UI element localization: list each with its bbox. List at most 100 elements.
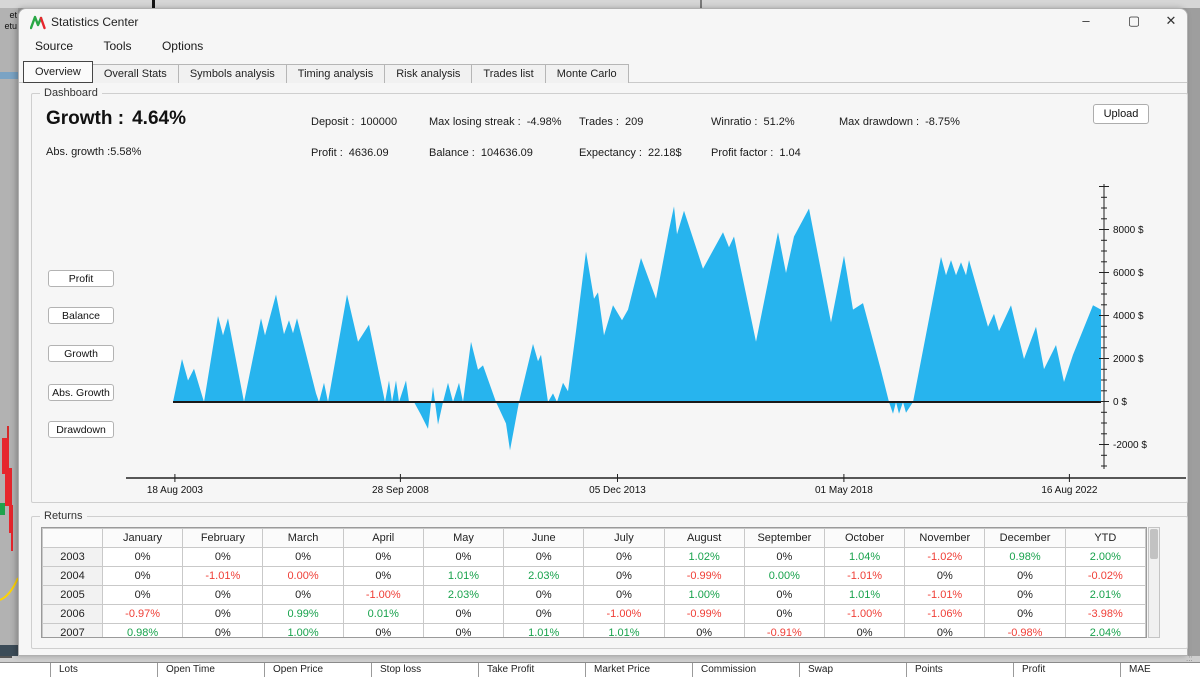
svg-text:01 May 2018: 01 May 2018 — [815, 485, 873, 496]
returns-cell: 0% — [744, 548, 824, 567]
resize-grip[interactable]: .:: — [1186, 655, 1198, 662]
bottom-column-points[interactable]: Points — [906, 663, 1013, 677]
bottom-column-mae[interactable]: MAE — [1120, 663, 1200, 677]
tab-monte-carlo[interactable]: Monte Carlo — [545, 64, 629, 83]
menu-options[interactable]: Options — [152, 35, 213, 53]
returns-cell: 0% — [584, 548, 664, 567]
returns-cell: 1.01% — [584, 624, 664, 639]
chart-button-balance[interactable]: Balance — [48, 307, 114, 324]
returns-cell: -1.02% — [905, 548, 985, 567]
trades-value: 209 — [625, 116, 643, 128]
tab-overview[interactable]: Overview — [23, 61, 93, 83]
background-dark-panel — [0, 645, 18, 656]
returns-year: 2005 — [43, 586, 103, 605]
close-button[interactable]: ✕ — [1160, 13, 1182, 31]
returns-cell: 1.00% — [664, 586, 744, 605]
tab-risk-analysis[interactable]: Risk analysis — [384, 64, 472, 83]
returns-cell: 0% — [343, 548, 423, 567]
bottom-column-lots[interactable]: Lots — [50, 663, 157, 677]
returns-cell: -3.98% — [1065, 605, 1145, 624]
returns-cell: 0% — [423, 548, 503, 567]
returns-group-label: Returns — [40, 510, 87, 522]
returns-cell: 0% — [824, 624, 904, 639]
statistics-center-window: Statistics Center – ▢ ✕ Source Tools Opt… — [18, 8, 1188, 656]
returns-cell: 0% — [263, 548, 343, 567]
returns-cell: 0% — [103, 567, 183, 586]
returns-cell: 0.98% — [103, 624, 183, 639]
returns-cell: 0% — [744, 586, 824, 605]
returns-cell: 0.00% — [744, 567, 824, 586]
background-bottom-bar: LotsOpen TimeOpen PriceStop lossTake Pro… — [0, 663, 1200, 677]
tab-trades-list[interactable]: Trades list — [471, 64, 545, 83]
returns-cell: -1.00% — [343, 586, 423, 605]
svg-text:-2000 $: -2000 $ — [1113, 440, 1147, 451]
svg-text:2000 $: 2000 $ — [1113, 354, 1144, 365]
returns-cell: -0.99% — [664, 567, 744, 586]
upload-button[interactable]: Upload — [1093, 104, 1149, 124]
returns-cell: 0% — [504, 605, 584, 624]
max-drawdown-label: Max drawdown : — [839, 116, 919, 128]
returns-cell: -0.98% — [985, 624, 1065, 639]
bottom-column-swap[interactable]: Swap — [799, 663, 906, 677]
returns-scrollbar[interactable] — [1148, 527, 1160, 638]
tab-symbols-analysis[interactable]: Symbols analysis — [178, 64, 287, 83]
app-logo-icon — [30, 15, 46, 30]
returns-column-header: September — [744, 529, 824, 548]
winratio-label: Winratio : — [711, 116, 757, 128]
minimize-button[interactable]: – — [1075, 13, 1097, 31]
bottom-column-open-time[interactable]: Open Time — [157, 663, 264, 677]
returns-cell: -1.06% — [905, 605, 985, 624]
returns-row-2003: 20030%0%0%0%0%0%0%1.02%0%1.04%-1.02%0.98… — [43, 548, 1146, 567]
chart-button-abs-growth[interactable]: Abs. Growth — [48, 384, 114, 401]
chart-button-profit[interactable]: Profit — [48, 270, 114, 287]
chart-x-axis: 18 Aug 200328 Sep 200805 Dec 201301 May … — [119, 474, 1199, 504]
returns-cell: 1.01% — [824, 586, 904, 605]
returns-cell: 0.00% — [263, 567, 343, 586]
returns-column-header: January — [103, 529, 183, 548]
chart-button-growth[interactable]: Growth — [48, 345, 114, 362]
menu-source[interactable]: Source — [25, 35, 83, 53]
returns-cell: 0% — [584, 586, 664, 605]
returns-cell: -0.97% — [103, 605, 183, 624]
returns-cell: 0.99% — [263, 605, 343, 624]
background-text: et — [9, 10, 17, 20]
title-bar[interactable]: Statistics Center – ▢ ✕ — [19, 9, 1187, 35]
returns-column-header: July — [584, 529, 664, 548]
returns-cell: 0.01% — [343, 605, 423, 624]
returns-cell: 0% — [985, 605, 1065, 624]
returns-column-header: October — [824, 529, 904, 548]
balance-value: 104636.09 — [481, 147, 533, 159]
returns-cell: -0.99% — [664, 605, 744, 624]
profit-value: 4636.09 — [349, 147, 389, 159]
maximize-button[interactable]: ▢ — [1123, 13, 1145, 31]
background-tick — [700, 0, 702, 8]
candlestick-red — [11, 533, 13, 551]
returns-cell: 0% — [504, 586, 584, 605]
bottom-column-profit[interactable]: Profit — [1013, 663, 1120, 677]
tab-timing-analysis[interactable]: Timing analysis — [286, 64, 385, 83]
bottom-column-take-profit[interactable]: Take Profit — [478, 663, 585, 677]
svg-text:28 Sep 2008: 28 Sep 2008 — [372, 485, 429, 496]
returns-cell: 1.01% — [423, 567, 503, 586]
returns-column-header: November — [905, 529, 985, 548]
bottom-column-open-price[interactable]: Open Price — [264, 663, 371, 677]
returns-cell: 0% — [103, 548, 183, 567]
returns-cell: 1.01% — [504, 624, 584, 639]
bottom-column-market-price[interactable]: Market Price — [585, 663, 692, 677]
scrollbar-thumb[interactable] — [1150, 529, 1158, 559]
chart-button-drawdown[interactable]: Drawdown — [48, 421, 114, 438]
returns-column-header: February — [183, 529, 263, 548]
bottom-column-stop-loss[interactable]: Stop loss — [371, 663, 478, 677]
profit-factor-value: 1.04 — [779, 147, 800, 159]
candlestick-red — [9, 505, 13, 533]
tab-strip: OverviewOverall StatsSymbols analysisTim… — [19, 61, 1187, 83]
returns-column-header: March — [263, 529, 343, 548]
bottom-column-commission[interactable]: Commission — [692, 663, 799, 677]
returns-column-header — [43, 529, 103, 548]
expectancy-label: Expectancy : — [579, 147, 642, 159]
tab-overall-stats[interactable]: Overall Stats — [92, 64, 179, 83]
returns-cell: 0.98% — [985, 548, 1065, 567]
returns-cell: 1.00% — [263, 624, 343, 639]
menu-tools[interactable]: Tools — [93, 35, 141, 53]
candlestick-green — [0, 503, 5, 515]
